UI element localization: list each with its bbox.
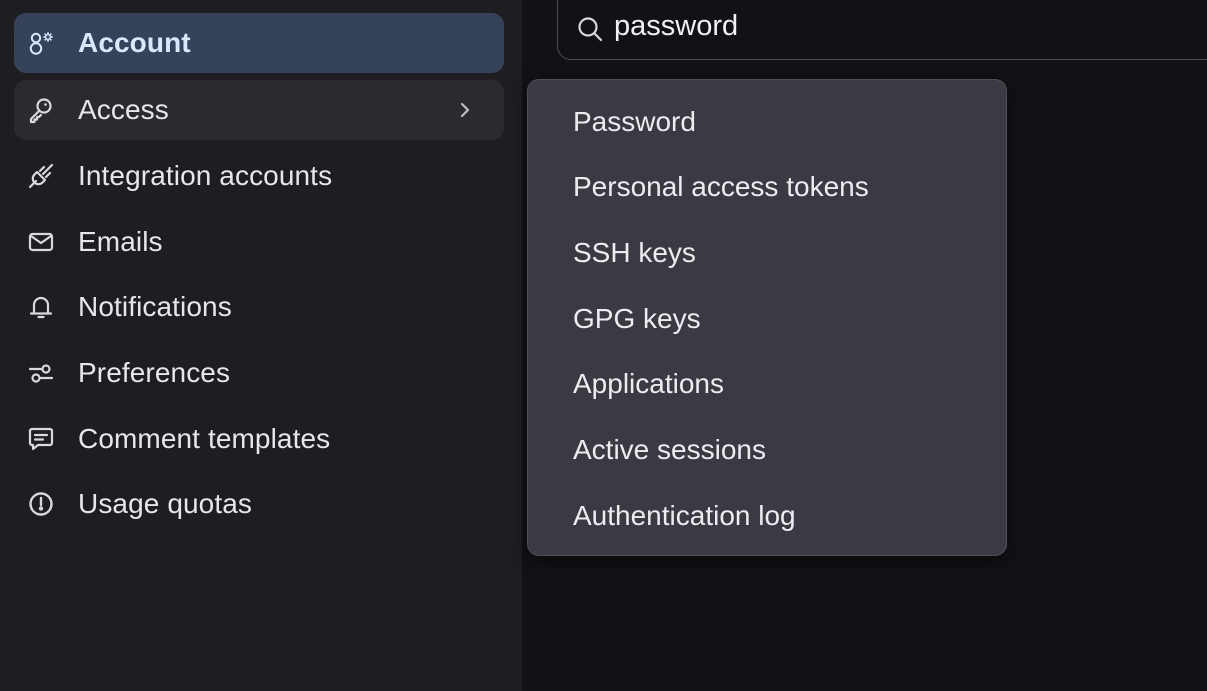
chevron-right-icon (454, 98, 476, 122)
sidebar-item-usage-quotas[interactable]: Usage quotas (14, 474, 504, 534)
sidebar-item-emails[interactable]: Emails (14, 212, 504, 272)
submenu-item-gpg-keys[interactable]: GPG keys (528, 289, 1006, 349)
envelope-icon (28, 225, 78, 259)
sidebar-item-account[interactable]: Account (14, 13, 504, 73)
sidebar-item-label: Integration accounts (78, 160, 333, 191)
sidebar-item-integration-accounts[interactable]: Integration accounts (14, 146, 504, 206)
submenu-item-password[interactable]: Password (528, 92, 1006, 152)
submenu-item-authentication-log[interactable]: Authentication log (528, 486, 1006, 546)
sliders-icon (28, 356, 78, 390)
access-submenu: Password Personal access tokens SSH keys… (527, 79, 1007, 556)
sidebar-item-label: Account (78, 27, 191, 58)
sidebar-item-label: Preferences (78, 357, 231, 388)
submenu-item-applications[interactable]: Applications (528, 354, 1006, 414)
search-icon (576, 15, 604, 43)
sidebar-item-label: Notifications (78, 291, 232, 322)
submenu-item-ssh-keys[interactable]: SSH keys (528, 223, 1006, 283)
sidebar-item-preferences[interactable]: Preferences (14, 343, 504, 403)
submenu-item-active-sessions[interactable]: Active sessions (528, 420, 1006, 480)
gauge-icon (28, 487, 78, 521)
sidebar-item-label: Access (78, 94, 169, 125)
sidebar-item-label: Emails (78, 226, 163, 257)
plug-icon (28, 159, 78, 193)
bell-icon (28, 290, 78, 324)
sidebar-item-access[interactable]: Access (14, 80, 504, 140)
search-input[interactable] (614, 10, 1174, 43)
sidebar-item-notifications[interactable]: Notifications (14, 277, 504, 337)
search-box (557, 0, 1207, 60)
account-gear-icon (28, 26, 78, 60)
submenu-item-personal-access-tokens[interactable]: Personal access tokens (528, 157, 1006, 217)
sidebar-item-label: Usage quotas (78, 488, 252, 519)
key-icon (28, 93, 78, 127)
sidebar-item-label: Comment templates (78, 423, 331, 454)
comment-icon (28, 422, 78, 456)
settings-sidebar: Account Access Integration accounts Emai… (0, 0, 522, 691)
sidebar-item-comment-templates[interactable]: Comment templates (14, 409, 504, 469)
